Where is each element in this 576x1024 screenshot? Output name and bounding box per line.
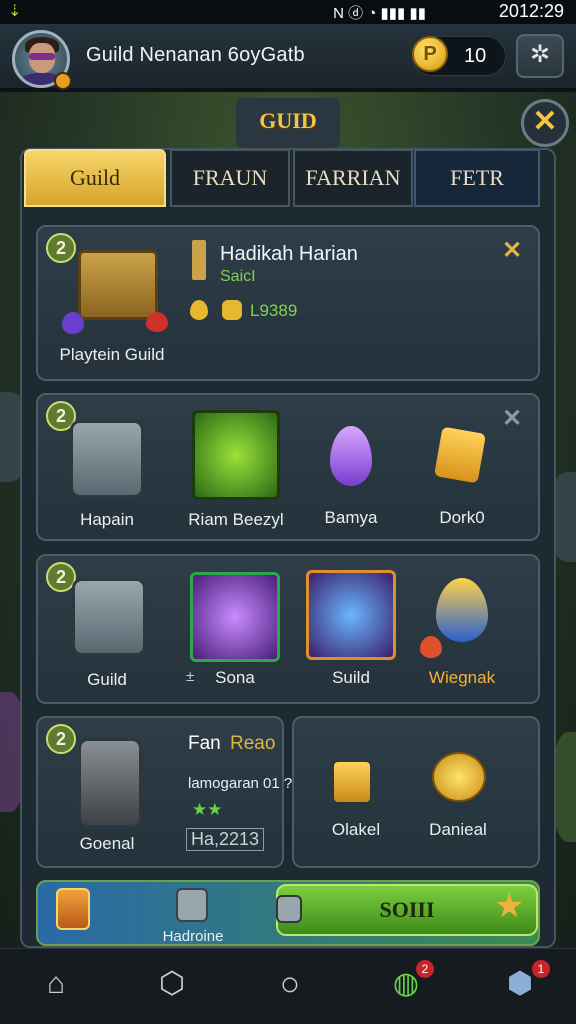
status-icons: N ⓓ ◔ ▮▮▮ ▮▮ [333,5,426,22]
dismiss-icon[interactable]: ✕ [502,404,522,433]
green-rune-icon[interactable] [192,410,280,500]
tab-farrian[interactable]: FARRIAN [293,149,413,207]
shield-icon[interactable]: ⬡ [152,964,192,1004]
status-bar: ⇣ N ⓓ ◔ ▮▮▮ ▮▮ 2012:29 [0,0,576,24]
gray-block-icon[interactable] [176,888,208,922]
armored-robot-icon [72,578,146,656]
level-badge: 2 [46,724,76,754]
reward-label: Olakel [331,820,381,839]
card-subtext: SaicI [220,268,256,285]
tab-fetr[interactable]: FETR [414,149,540,207]
gold-coin-icon[interactable] [432,752,486,802]
cannon-card-icon[interactable] [306,570,396,660]
coin-icon: P [412,36,448,72]
hero-title-highlight: Reao [230,733,276,754]
tab-guild[interactable]: Guild [24,149,166,207]
gold-gem-icon [190,300,208,320]
circle-icon[interactable]: ○ [270,964,310,1004]
item-label: Hapain [80,510,134,529]
cube-icon [276,895,302,923]
coin-count: 10 [464,45,487,67]
hero-label: Goenal [79,834,135,853]
hero-stamp: Ha,2213 [186,828,265,851]
home-icon[interactable]: ⌂ [36,964,76,1004]
purple-gem-icon [62,312,84,334]
star-icon: ★ [494,887,525,925]
top-header: Guild Nenanan 6oyGatb P 10 ✲ [0,24,576,90]
gate-label: GUID [259,108,317,133]
item-label: Suild [332,668,370,687]
settings-button[interactable]: ✲ [516,34,564,78]
tab-fraun[interactable]: FRAUN [170,149,290,207]
item-label: Sona [215,668,255,687]
item-label: Dork0 [439,508,485,527]
item-label: Riam Beezyl [188,510,284,529]
reward-label: Danieal [429,820,487,839]
reward-text: L9389 [250,301,298,320]
sword-icon [192,240,206,280]
card-label: Playtein Guild [59,345,165,364]
hero-line: lamogaran 01 ? [188,775,293,792]
hero-stars: ★★ [192,800,223,819]
item-label: Guild [87,670,127,689]
item-label: Bamya [324,508,378,527]
dismiss-icon[interactable]: ✕ [502,236,522,265]
gear-badge: 1 [532,960,550,978]
close-button[interactable]: ✕ [521,99,569,147]
knight-icon [78,738,142,828]
gold-shield-icon[interactable] [433,426,487,484]
guild-title: Guild Nenanan 6oyGatb [86,44,305,66]
coin-box-icon [222,300,242,320]
app-leaf-icon: ⇣ [8,3,22,20]
purple-emblem-icon[interactable] [190,572,280,662]
robot-icon [70,420,144,498]
rewards-card[interactable] [292,716,540,868]
orange-badge-icon[interactable] [56,888,90,930]
card-heading: Hadikah Harian [220,243,358,265]
pet-badge: 2 [416,960,434,978]
strip-label: Hadroine [162,928,224,945]
item-label: Wiegnak [428,668,496,687]
item-prefix: ± [186,668,195,685]
small-red-gem-icon [420,636,442,658]
treasure-chest-icon [78,250,158,320]
avatar-badge-icon [54,72,72,90]
hero-title: Fan [188,733,221,754]
gold-gem-icon[interactable] [334,762,370,802]
level-badge: 2 [46,233,76,263]
red-gem-icon [146,312,168,332]
clock: 2012:29 [498,1,564,21]
